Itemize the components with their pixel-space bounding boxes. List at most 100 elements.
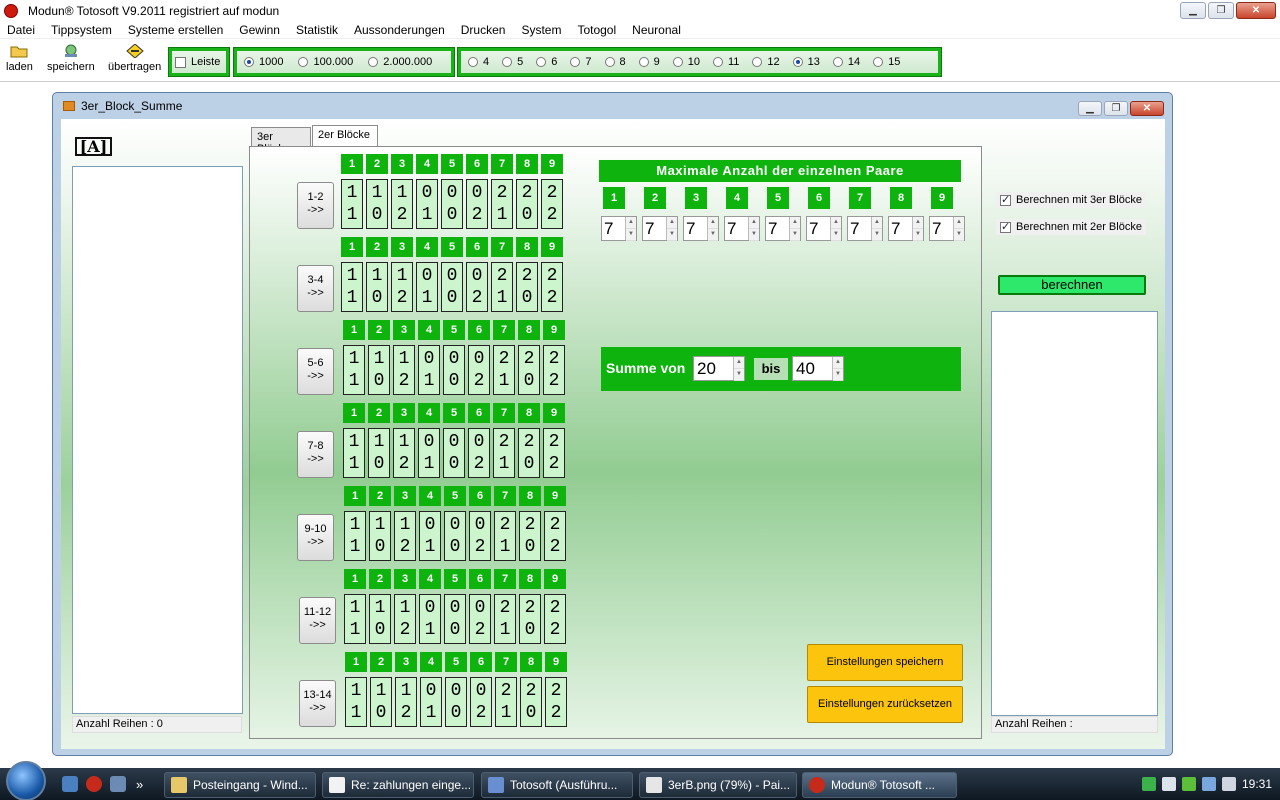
pair-cell[interactable]: 21 [491,262,513,312]
spin-down-icon[interactable]: ▼ [954,229,964,241]
spin-up-icon[interactable]: ▲ [872,217,882,229]
task-reply[interactable]: Re: zahlungen einge... [322,772,474,798]
menu-totogol[interactable]: Totogol [577,23,616,37]
pair-cell[interactable]: 01 [416,179,438,229]
pair-cell[interactable]: 01 [419,594,441,644]
max-pair-spinner[interactable]: 7 ▲ ▼ [601,216,637,241]
game-radio-5[interactable]: 5 [502,56,523,68]
max-pair-spinner[interactable]: 7 ▲ ▼ [765,216,801,241]
pair-cell[interactable]: 00 [443,428,465,478]
pair-cell[interactable]: 02 [468,428,490,478]
game-radio-8[interactable]: 8 [604,56,626,68]
leiste-checkbox[interactable] [175,56,186,68]
menu-neuronal[interactable]: Neuronal [632,23,681,37]
clock[interactable]: 19:31 [1242,777,1272,791]
pair-cell[interactable]: 11 [343,345,365,395]
max-pair-spinner[interactable]: 7 ▲ ▼ [806,216,842,241]
game-radio-14[interactable]: 14 [832,56,860,68]
switch-windows-icon[interactable] [110,776,126,792]
count-radio-1000[interactable]: 1000 [244,56,283,68]
pair-cell[interactable]: 21 [494,594,516,644]
spin-up-icon[interactable]: ▲ [790,217,800,229]
apply-rows-button[interactable]: 1-2 ->> [297,182,334,229]
sum-to-spinner[interactable]: 40 ▲ ▼ [792,356,844,381]
pair-cell[interactable]: 10 [368,428,390,478]
pair-cell[interactable]: 12 [394,594,416,644]
game-radio-7[interactable]: 7 [570,56,592,68]
spin-up-icon[interactable]: ▲ [954,217,964,229]
spin-down-icon[interactable]: ▼ [749,229,759,241]
left-result-list[interactable] [72,166,243,714]
spin-up-icon[interactable]: ▲ [626,217,636,229]
pair-cell[interactable]: 20 [518,345,540,395]
network-tray-icon[interactable] [1201,777,1216,791]
child-minimize-button[interactable]: ▁ [1078,101,1102,116]
pair-cell[interactable]: 02 [470,677,492,727]
pair-cell[interactable]: 12 [393,345,415,395]
menu-aussonderungen[interactable]: Aussonderungen [354,23,445,37]
pair-cell[interactable]: 00 [445,677,467,727]
calculate-button[interactable]: berechnen [998,275,1146,295]
pair-cell[interactable]: 11 [341,179,363,229]
check-3er-bloecke[interactable]: Berechnen mit 3er Blöcke [996,192,1146,208]
save-settings-button[interactable]: Einstellungen speichern [807,644,963,681]
check-2er-bloecke[interactable]: Berechnen mit 2er Blöcke [996,219,1146,235]
spin-up-icon[interactable]: ▲ [913,217,923,229]
task-paint[interactable]: 3erB.png (79%) - Pai... [639,772,797,798]
pair-cell[interactable]: 11 [345,677,367,727]
text-a-icon[interactable]: [A] [75,137,112,156]
app-quicklaunch-icon[interactable] [86,776,102,792]
apply-rows-button[interactable]: 9-10 ->> [297,514,334,561]
apply-rows-button[interactable]: 11-12 ->> [299,597,336,644]
pair-cell[interactable]: 22 [543,428,565,478]
pair-cell[interactable]: 11 [341,262,363,312]
pair-cell[interactable]: 22 [543,345,565,395]
pair-cell[interactable]: 00 [444,511,466,561]
pair-cell[interactable]: 10 [369,594,391,644]
pair-cell[interactable]: 01 [420,677,442,727]
start-button[interactable] [6,761,46,800]
max-pair-spinner[interactable]: 7 ▲ ▼ [724,216,760,241]
spin-down-icon[interactable]: ▼ [872,229,882,241]
spin-down-icon[interactable]: ▼ [831,229,841,241]
spin-down-icon[interactable]: ▼ [790,229,800,241]
max-pair-spinner[interactable]: 7 ▲ ▼ [929,216,965,241]
pair-cell[interactable]: 02 [469,511,491,561]
game-radio-11[interactable]: 11 [713,56,739,68]
pair-cell[interactable]: 01 [418,428,440,478]
pair-cell[interactable]: 21 [491,179,513,229]
pair-cell[interactable]: 00 [441,262,463,312]
tab-2er-bloecke[interactable]: 2er Blöcke [312,125,378,147]
right-result-list[interactable] [991,311,1158,716]
show-desktop-icon[interactable] [62,776,78,792]
menu-system[interactable]: System [521,23,561,37]
spin-down-icon[interactable]: ▼ [734,369,744,381]
spin-down-icon[interactable]: ▼ [626,229,636,241]
pair-cell[interactable]: 02 [466,262,488,312]
game-radio-9[interactable]: 9 [638,56,660,68]
max-pair-spinner[interactable]: 7 ▲ ▼ [847,216,883,241]
pair-cell[interactable]: 22 [541,262,563,312]
restore-button[interactable]: ❐ [1208,2,1234,19]
pair-cell[interactable]: 12 [393,428,415,478]
apply-rows-button[interactable]: 13-14 ->> [299,680,336,727]
pair-cell[interactable]: 22 [541,179,563,229]
pair-cell[interactable]: 12 [394,511,416,561]
pair-cell[interactable]: 12 [395,677,417,727]
pair-cell[interactable]: 20 [519,594,541,644]
pair-cell[interactable]: 20 [516,179,538,229]
pair-cell[interactable]: 11 [344,511,366,561]
pair-cell[interactable]: 01 [418,345,440,395]
pair-cell[interactable]: 22 [545,677,567,727]
game-radio-12[interactable]: 12 [752,56,780,68]
transfer-button[interactable]: übertragen [108,44,161,73]
pair-cell[interactable]: 11 [343,428,365,478]
pair-cell[interactable]: 10 [369,511,391,561]
menu-gewinn[interactable]: Gewinn [239,23,280,37]
pair-cell[interactable]: 12 [391,179,413,229]
task-vb[interactable]: Totosoft (Ausführu... [481,772,633,798]
load-button[interactable]: laden [6,44,33,73]
reset-settings-button[interactable]: Einstellungen zurücksetzen [807,686,963,723]
apply-rows-button[interactable]: 7-8 ->> [297,431,334,478]
menu-statistik[interactable]: Statistik [296,23,338,37]
